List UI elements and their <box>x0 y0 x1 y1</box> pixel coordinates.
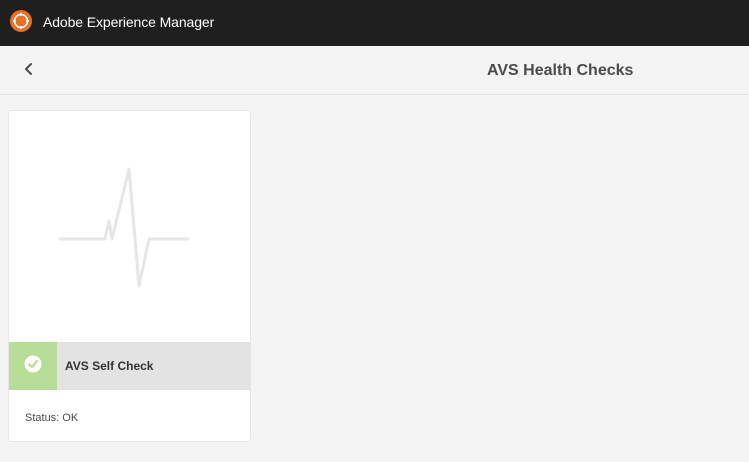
health-check-card[interactable]: AVS Self Check Status: OK <box>8 110 251 442</box>
page-title: AVS Health Checks <box>487 62 634 79</box>
card-title: AVS Self Check <box>65 359 154 373</box>
card-thumbnail <box>9 111 250 341</box>
app-title[interactable]: Adobe Experience Manager <box>43 13 214 31</box>
chevron-left-icon <box>23 62 35 81</box>
status-indicator <box>9 342 57 390</box>
top-bar: Adobe Experience Manager <box>0 0 749 46</box>
card-title-bar: AVS Self Check <box>9 342 250 390</box>
card-status-text: Status: OK <box>25 412 79 424</box>
back-button[interactable] <box>16 58 42 84</box>
aem-logo-icon[interactable] <box>9 9 33 33</box>
check-circle-icon <box>24 355 42 378</box>
page-header: AVS Health Checks <box>0 46 749 95</box>
